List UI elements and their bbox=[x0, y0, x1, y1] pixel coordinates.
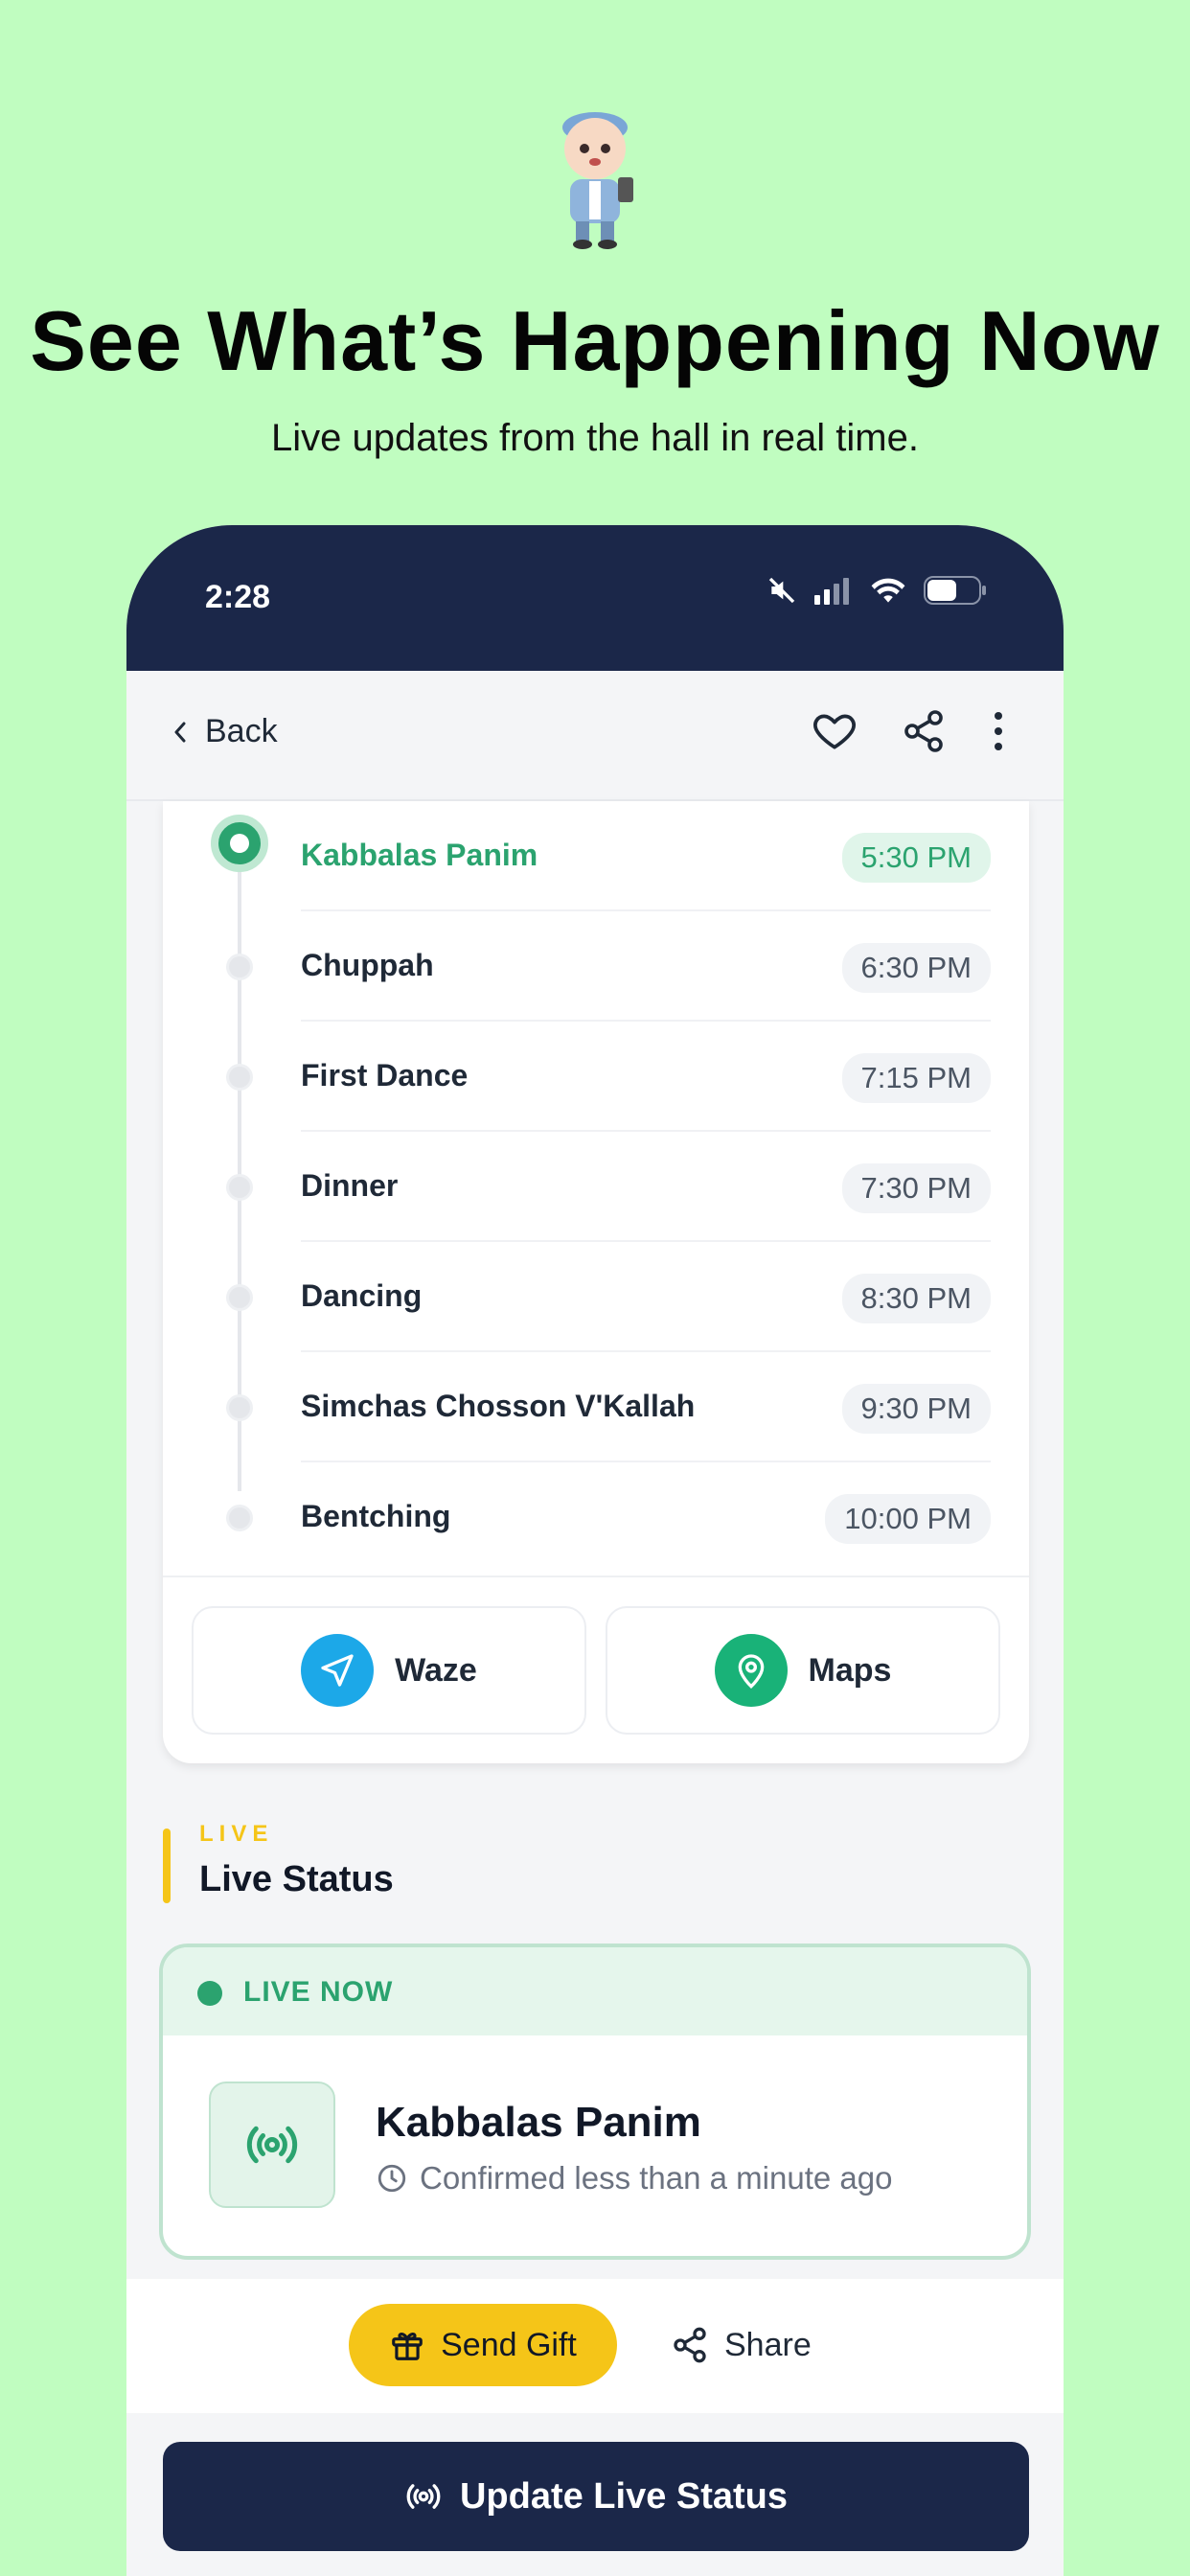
timeline-time-pill: 9:30 PM bbox=[841, 1384, 991, 1434]
more-vertical-icon[interactable] bbox=[989, 708, 1008, 754]
timeline-time-pill: 10:00 PM bbox=[825, 1494, 991, 1544]
send-gift-button[interactable]: Send Gift bbox=[349, 2304, 617, 2386]
battery-icon bbox=[924, 576, 986, 605]
update-live-status-label: Update Live Status bbox=[459, 2475, 789, 2517]
top-navigation-bar: Back bbox=[126, 671, 1064, 801]
mascot-illustration bbox=[562, 112, 633, 249]
timeline-row[interactable]: Kabbalas Panim 5:30 PM bbox=[163, 801, 1029, 911]
timeline-dot bbox=[226, 954, 253, 980]
timeline-row[interactable]: Bentching 10:00 PM bbox=[163, 1462, 1029, 1573]
status-bar: 2:28 bbox=[126, 525, 1064, 671]
gift-icon bbox=[392, 2333, 423, 2360]
promo-headline: See What’s Happening Now bbox=[30, 293, 1160, 388]
share-icon bbox=[674, 2327, 706, 2363]
map-pin-icon bbox=[714, 1634, 788, 1707]
live-status-card: LIVE NOW Kabbalas Panim Confirmed less t… bbox=[159, 1944, 1031, 2260]
navigation-arrow-icon bbox=[301, 1634, 375, 1707]
live-now-badge: LIVE NOW bbox=[243, 1976, 394, 2008]
maps-button[interactable]: Maps bbox=[606, 1606, 1000, 1735]
timeline-row[interactable]: Dancing 8:30 PM bbox=[163, 1242, 1029, 1352]
timeline-dot bbox=[226, 1505, 253, 1531]
share-label: Share bbox=[724, 2326, 812, 2363]
share-button[interactable]: Share bbox=[671, 2304, 812, 2386]
promo-subhead: Live updates from the hall in real time. bbox=[271, 417, 919, 459]
timeline-row[interactable]: First Dance 7:15 PM bbox=[163, 1022, 1029, 1132]
timeline-event-label: Dinner bbox=[301, 1168, 399, 1203]
timeline-row[interactable]: Dinner 7:30 PM bbox=[163, 1132, 1029, 1242]
timeline-dot bbox=[226, 1394, 253, 1421]
clock-icon bbox=[378, 2164, 406, 2193]
timeline-time-pill: 8:30 PM bbox=[841, 1274, 991, 1323]
back-label: Back bbox=[205, 713, 278, 749]
timeline-row[interactable]: Simchas Chosson V'Kallah 9:30 PM bbox=[163, 1352, 1029, 1462]
status-icons bbox=[767, 575, 987, 606]
status-time: 2:28 bbox=[205, 579, 271, 615]
live-indicator-dot bbox=[197, 1981, 222, 2006]
waze-label: Waze bbox=[395, 1651, 477, 1689]
share-icon[interactable] bbox=[901, 708, 947, 754]
live-status-header: LIVE NOW bbox=[163, 1947, 1027, 2036]
timeline-event-label: First Dance bbox=[301, 1058, 469, 1092]
confirmed-time: Confirmed less than a minute ago bbox=[376, 2160, 892, 2196]
timeline-dot bbox=[226, 1174, 253, 1201]
timeline-dot bbox=[226, 1284, 253, 1311]
heart-icon[interactable] bbox=[811, 707, 858, 755]
timeline-event-label: Chuppah bbox=[301, 948, 434, 982]
waze-button[interactable]: Waze bbox=[192, 1606, 586, 1735]
broadcast-icon bbox=[406, 2484, 441, 2509]
update-live-status-button[interactable]: Update Live Status bbox=[163, 2442, 1029, 2551]
timeline-active-dot bbox=[211, 815, 268, 872]
send-gift-label: Send Gift bbox=[441, 2326, 577, 2363]
back-button[interactable]: Back bbox=[169, 713, 278, 750]
timeline-row[interactable]: Chuppah 6:30 PM bbox=[163, 911, 1029, 1022]
broadcast-icon bbox=[209, 2082, 335, 2208]
schedule-card: Kabbalas Panim 5:30 PM Chuppah 6:30 PM First… bbox=[163, 801, 1029, 1763]
timeline-event-label: Simchas Chosson V'Kallah bbox=[301, 1389, 696, 1423]
confirmed-text: Confirmed less than a minute ago bbox=[420, 2160, 893, 2196]
timeline-event-label: Kabbalas Panim bbox=[301, 838, 538, 872]
mute-icon bbox=[768, 577, 795, 604]
action-strip: Send Gift Share bbox=[126, 2279, 1064, 2413]
section-kicker: LIVE bbox=[199, 1821, 274, 1847]
phone-frame: 2:28 Back Kabbalas Panim 5:30 PM Chuppah 6:… bbox=[126, 525, 1064, 2576]
section-title: Live Status bbox=[199, 1859, 394, 1899]
timeline-time-pill: 6:30 PM bbox=[841, 943, 991, 993]
timeline-event-label: Dancing bbox=[301, 1278, 423, 1313]
timeline-time-pill: 5:30 PM bbox=[841, 833, 991, 883]
timeline-time-pill: 7:15 PM bbox=[841, 1053, 991, 1103]
card-divider bbox=[163, 1576, 1029, 1577]
timeline-time-pill: 7:30 PM bbox=[841, 1163, 991, 1213]
chevron-left-icon bbox=[174, 722, 186, 742]
timeline-event-label: Bentching bbox=[301, 1499, 451, 1533]
timeline-dot bbox=[226, 1064, 253, 1091]
current-event-title: Kabbalas Panim bbox=[376, 2099, 701, 2146]
nav-actions bbox=[811, 707, 1008, 755]
section-accent-bar bbox=[163, 1828, 171, 1903]
signal-icon bbox=[814, 578, 849, 605]
maps-label: Maps bbox=[808, 1651, 892, 1689]
wifi-icon bbox=[871, 578, 905, 603]
